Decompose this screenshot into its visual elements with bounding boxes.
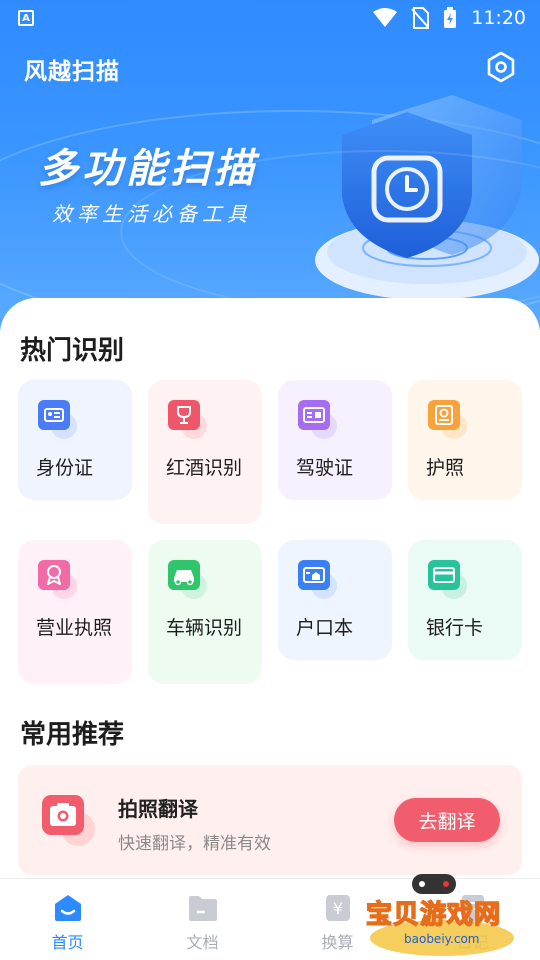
hero-banner: A 11:20 风越扫描 多功能扫描 效率生活必备工具 <box>0 0 540 330</box>
household-book-icon <box>298 560 337 599</box>
hero-subtitle: 效率生活必备工具 <box>52 202 252 226</box>
nav-label: 文档 <box>186 933 219 952</box>
car-icon <box>168 560 207 599</box>
nav-item-documents[interactable]: 文档 <box>135 879 270 960</box>
tile-passport[interactable]: 护照 <box>408 380 522 500</box>
tile-business-license[interactable]: 营业执照 <box>18 540 132 684</box>
tile-vehicle[interactable]: 车辆识别 <box>148 540 262 684</box>
bank-card-icon <box>428 560 467 599</box>
tile-label: 银行卡 <box>426 617 484 639</box>
no-sim-icon <box>411 7 430 29</box>
status-time: 11:20 <box>471 7 526 29</box>
tile-label: 红酒识别 <box>166 457 243 479</box>
tile-bank-card[interactable]: 银行卡 <box>408 540 522 660</box>
battery-charging-icon <box>444 7 457 28</box>
wine-glass-icon <box>168 400 207 439</box>
recommend-section-title: 常用推荐 <box>20 720 125 750</box>
recommend-card-subtitle: 快速翻译，精准有效 <box>118 834 271 854</box>
tile-label: 驾驶证 <box>296 457 354 479</box>
id-card-icon <box>38 400 77 439</box>
camera-icon <box>42 795 95 846</box>
nav-label: 换算 <box>321 933 354 952</box>
svg-text:¥: ¥ <box>332 899 342 918</box>
award-icon <box>38 560 77 599</box>
settings-hexagon-icon <box>487 51 515 83</box>
wifi-icon <box>373 8 398 27</box>
tile-label: 身份证 <box>36 457 94 479</box>
settings-button[interactable] <box>484 50 518 84</box>
go-translate-button[interactable]: 去翻译 <box>394 798 500 842</box>
recommend-card-translate[interactable]: 拍照翻译 快速翻译，精准有效 去翻译 <box>18 765 522 875</box>
hero-title: 多功能扫描 <box>38 146 258 192</box>
status-bar: A 11:20 <box>0 0 540 36</box>
currency-icon: ¥ <box>325 895 350 921</box>
license-icon <box>298 400 337 439</box>
tile-household[interactable]: 户口本 <box>278 540 392 660</box>
home-icon <box>54 895 81 921</box>
app-title: 风越扫描 <box>24 59 120 85</box>
hot-section-title: 热门识别 <box>20 336 125 366</box>
folder-icon <box>188 896 217 921</box>
tile-label: 营业执照 <box>36 617 113 639</box>
app-notification-icon: A <box>18 10 34 26</box>
watermark-logo: 宝贝游戏网 baobeiy.com <box>360 872 530 960</box>
tile-id-card[interactable]: 身份证 <box>18 380 132 500</box>
tile-driver-license[interactable]: 驾驶证 <box>278 380 392 500</box>
tile-label: 护照 <box>426 457 465 479</box>
watermark-url: baobeiy.com <box>404 932 480 946</box>
passport-icon <box>428 400 467 439</box>
recommend-card-title: 拍照翻译 <box>118 797 198 821</box>
watermark-text: 宝贝游戏网 <box>365 899 502 931</box>
nav-label: 首页 <box>51 933 84 952</box>
tile-label: 户口本 <box>296 617 354 639</box>
shield-illustration-icon <box>315 95 539 300</box>
tile-wine[interactable]: 红酒识别 <box>148 380 262 524</box>
tile-label: 车辆识别 <box>166 617 243 639</box>
nav-item-home[interactable]: 首页 <box>0 879 135 960</box>
